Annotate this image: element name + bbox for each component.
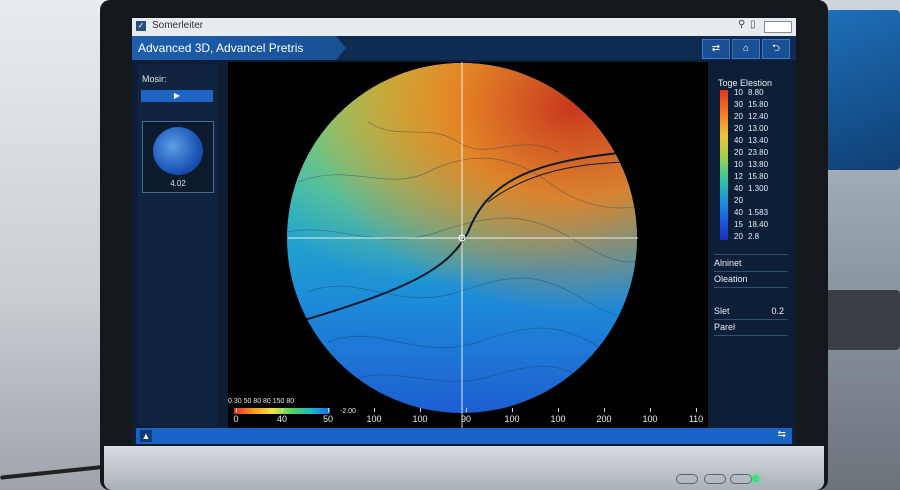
status-up-icon[interactable]: ▲ [140,430,152,442]
status-bar: ▲ ⇆ [136,428,792,444]
app-header: Advanced 3D, Advancel Pretris ⇄ ⌂ ⮌ [132,36,796,60]
x-tick [420,408,421,412]
map-viewport[interactable] [228,62,708,434]
slet-label: Slet [714,306,730,316]
x-axis: 0 40 50 100 100 90 100 100 200 100 110 [228,408,708,428]
x-tick-label: 110 [688,414,704,424]
swap-button[interactable]: ⇄ [702,39,730,59]
slet-value: 0.2 [771,306,784,316]
window-title: Somerleiter [152,20,204,31]
x-tick [696,408,697,412]
x-tick-label: 0 [233,414,239,424]
x-tick [236,408,237,412]
divider [714,319,788,320]
legend-row: 30 15.80 [734,100,769,109]
legend-title: Toge Elestion [718,78,773,88]
x-tick-label: 40 [276,414,288,424]
legend-row: 10 8.80 [734,88,764,97]
divider [714,271,788,272]
app-icon: ✓ [136,21,146,31]
left-panel: Mosir: ▶ 4.02 [138,64,218,426]
back-button[interactable]: ⮌ [762,39,790,59]
legend-row: 20 2.8 [734,232,760,241]
title-ribbon: Advanced 3D, Advancel Pretris [132,36,346,60]
panel-item-oleation[interactable]: Oleation [714,274,748,284]
home-button[interactable]: ⌂ [732,39,760,59]
background-monitor [826,10,900,170]
monitor-button-2[interactable] [704,474,726,484]
legend-row: 40 13.40 [734,136,769,145]
x-tick-label: 100 [504,414,520,424]
right-panel: Toge Elestion 10 8.80 30 15.80 20 12.40 20 1… [712,64,790,424]
monitor-button-1[interactable] [676,474,698,484]
mode-label: Mosir: [142,74,167,84]
legend-colorbar [720,90,728,240]
legend-row: 10 13.80 [734,160,769,169]
globe-thumbnail-icon [153,127,203,175]
x-tick-label: 90 [460,414,472,424]
panel-label[interactable]: Parel [714,322,735,332]
x-tick [282,408,283,412]
divider [714,254,788,255]
background-left [0,0,110,490]
monitor-button-3[interactable] [730,474,752,484]
x-tick [512,408,513,412]
panel-item-alninet[interactable]: Alninet [714,258,742,268]
divider [714,335,788,336]
x-tick [604,408,605,412]
divider [714,287,788,288]
app-screen: ✓ Somerleiter ⚲ ▯ Advanced 3D, Advancel … [132,18,796,444]
x-tick [328,408,329,412]
search-icon[interactable]: ⚲ [738,19,745,30]
legend-row: 20 23.80 [734,148,769,157]
legend-row: 12 15.80 [734,172,769,181]
restore-icon[interactable]: ▯ [750,19,756,30]
heatmap-globe [287,62,638,434]
window-titlebar: ✓ Somerleiter ⚲ ▯ [132,18,796,36]
x-tick-label: 100 [366,414,382,424]
legend-row: 40 1.300 [734,184,769,193]
x-tick-label: 100 [642,414,658,424]
window-control-box[interactable] [764,21,792,33]
x-tick-label: 50 [322,414,334,424]
power-led [752,475,759,482]
sync-icon[interactable]: ⇆ [778,429,786,440]
x-tick-label: 100 [550,414,566,424]
legend-row: 20 [734,196,743,205]
app-title: Advanced 3D, Advancel Pretris [138,41,304,55]
legend-row: 40 1.583 [734,208,769,217]
scale-labels: 0 30 50 80 80 150 80 [228,398,295,405]
legend-row: 20 12.40 [734,112,769,121]
thumbnail-caption: 4.02 [170,179,186,188]
x-tick [558,408,559,412]
x-tick-label: 100 [412,414,428,424]
legend-row: 15 18.40 [734,220,769,229]
x-tick-label: 200 [596,414,612,424]
x-tick [650,408,651,412]
background-keyboard [826,290,900,350]
play-button[interactable]: ▶ [141,90,213,102]
legend-row: 20 13.00 [734,124,769,133]
x-tick [466,408,467,412]
thumbnail[interactable]: 4.02 [142,121,214,193]
x-tick [374,408,375,412]
